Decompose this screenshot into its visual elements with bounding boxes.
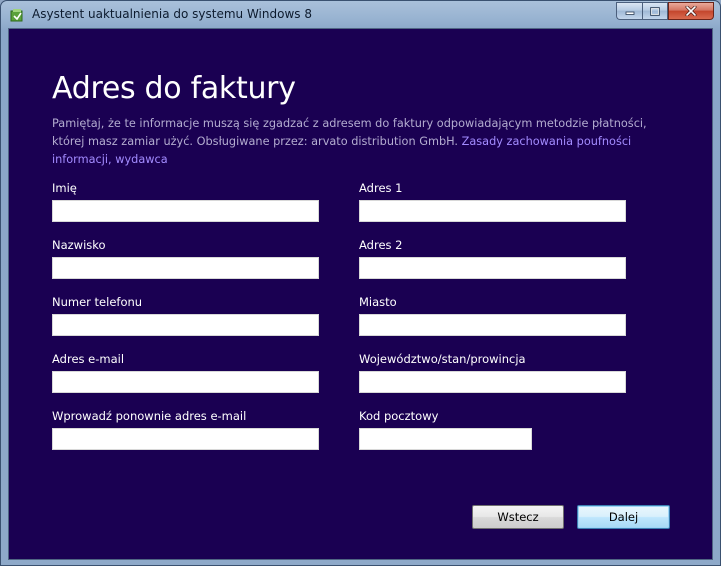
minimize-icon — [625, 11, 634, 15]
first-name-field[interactable] — [52, 200, 319, 222]
phone-field[interactable] — [52, 314, 319, 336]
back-button[interactable]: Wstecz — [472, 505, 564, 529]
email-confirm-label: Wprowadź ponownie adres e-mail — [52, 409, 247, 423]
title-bar[interactable]: Asystent uaktualnienia do systemu Window… — [1, 1, 720, 29]
email-field[interactable] — [52, 371, 319, 393]
caption-buttons — [616, 2, 714, 20]
last-name-field[interactable] — [52, 257, 319, 279]
maximize-icon — [650, 6, 660, 16]
window-title: Asystent uaktualnienia do systemu Window… — [32, 7, 312, 21]
city-label: Miasto — [359, 295, 397, 309]
page-description: Pamiętaj, że te informacje muszą się zga… — [52, 115, 682, 169]
address2-label: Adres 2 — [359, 238, 403, 252]
page-title: Adres do faktury — [52, 71, 296, 106]
email-confirm-field[interactable] — [52, 428, 319, 450]
wizard-content: Adres do faktury Pamiętaj, że te informa… — [9, 29, 712, 559]
email-label: Adres e-mail — [52, 352, 125, 366]
first-name-label: Imię — [52, 181, 77, 195]
close-icon — [685, 6, 697, 16]
minimize-button[interactable] — [616, 2, 642, 20]
postal-code-label: Kod pocztowy — [359, 409, 439, 423]
last-name-label: Nazwisko — [52, 238, 106, 252]
address1-label: Adres 1 — [359, 181, 403, 195]
close-button[interactable] — [668, 2, 714, 20]
maximize-button[interactable] — [642, 2, 668, 20]
city-field[interactable] — [359, 314, 626, 336]
next-button[interactable]: Dalej — [577, 505, 670, 529]
address1-field[interactable] — [359, 200, 626, 222]
state-field[interactable] — [359, 371, 626, 393]
setup-window: Asystent uaktualnienia do systemu Window… — [0, 0, 721, 566]
state-label: Województwo/stan/prowincja — [359, 352, 526, 366]
windows-setup-icon — [10, 9, 23, 22]
phone-label: Numer telefonu — [52, 295, 143, 309]
address2-field[interactable] — [359, 257, 626, 279]
postal-code-field[interactable] — [359, 428, 532, 450]
